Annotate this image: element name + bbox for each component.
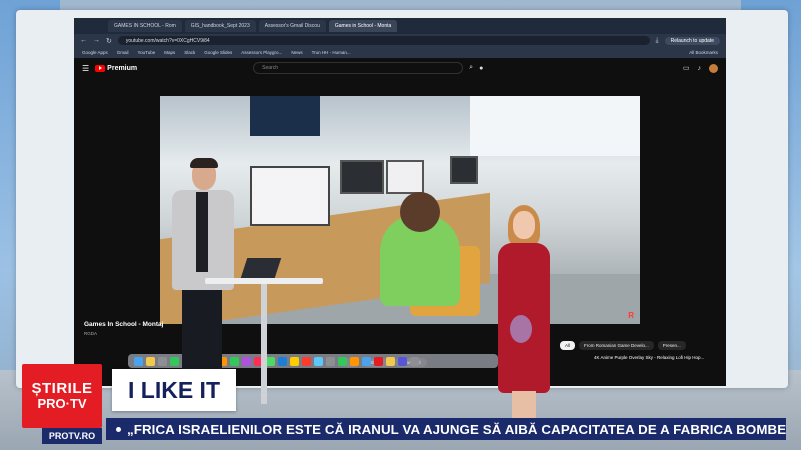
app-icon[interactable] [350,356,359,366]
classroom-monitor [386,160,424,194]
app-icon[interactable] [278,356,287,366]
avatar[interactable] [709,63,718,73]
bookmark[interactable]: Google Apps [82,50,108,55]
mic-icon[interactable]: ● [479,65,483,72]
podium-top [205,278,323,284]
classroom-window [470,96,640,156]
video-title: Games In School - Montaj [84,321,164,328]
presenter-woman [494,205,554,420]
app-icon[interactable] [386,356,395,366]
app-icon[interactable] [398,356,407,366]
bookmark[interactable]: Gmail [117,50,129,55]
chip-channel[interactable]: From Romanian Game Develo... [579,341,654,350]
presenter-man-legs [182,288,222,378]
ticker-text: „FRICA ISRAELIENILOR ESTE CĂ IRANUL VA A… [127,421,786,437]
youtube-header-actions: ▭ ♪ [683,63,718,73]
app-icon[interactable] [242,356,251,366]
bookmarks-bar: Google Apps Gmail YouTube Maps Slack Goo… [74,47,726,59]
bookmark[interactable]: Maps [164,50,175,55]
chip-presentation[interactable]: Presen... [657,341,686,350]
logo-line1: ȘTIRILE [31,380,93,397]
menu-icon[interactable]: ☰ [82,64,89,73]
relaunch-button[interactable]: Relaunch to update [664,36,720,45]
youtube-logo[interactable]: Premium [95,64,138,72]
channel-name[interactable]: RGDA [84,331,97,336]
youtube-play-icon [95,64,106,72]
logo-line2: PRO·TV [37,396,87,411]
bell-icon[interactable]: ♪ [698,65,702,72]
url-field[interactable]: youtube.com/watch?v=0XCgHCV9i84 [117,36,650,45]
forward-icon[interactable]: → [93,37,100,44]
student-head [400,192,440,232]
chip-all[interactable]: All [560,341,576,350]
bookmark[interactable]: YouTube [138,50,156,55]
browser-tab-active[interactable]: Games in School - Monta [328,20,398,32]
bookmark[interactable]: News [291,50,302,55]
podium-pole [261,284,267,404]
app-icon[interactable] [290,356,299,366]
app-icon[interactable] [158,356,167,366]
presenter-woman-dress-pattern [510,315,532,343]
app-icon[interactable] [374,356,383,366]
youtube-brand: Premium [107,64,138,72]
app-icon[interactable] [326,356,335,366]
search-icon[interactable]: ⌕ [469,64,473,72]
logo-url: PROTV.RO [42,428,102,444]
browser-tab[interactable]: Assessor's Gmail Discou [258,20,326,32]
protv-logo: ȘTIRILE PRO·TV [22,364,102,428]
ticker-bullet-icon [116,426,121,432]
presenter-woman-legs [512,391,536,419]
bookmark[interactable]: Google Slides [204,50,232,55]
presenter-man-shirt [196,192,208,272]
classroom-monitor [340,160,384,194]
finder-icon[interactable] [134,356,143,366]
bookmark[interactable]: Slack [184,50,195,55]
bookmark[interactable]: Assessors Playgro... [241,50,282,55]
app-icon[interactable] [266,356,275,366]
related-video-item[interactable]: 4K Anime Purple Overlay Sky - Relaxing L… [594,355,704,360]
tab-bar: GAMES IN SCHOOL - Rom GIS_handbook_Sept … [74,18,726,34]
back-icon[interactable]: ← [80,37,87,44]
app-icon[interactable] [302,356,311,366]
app-icon[interactable] [338,356,347,366]
bookmark[interactable]: Trun HH - Human... [312,50,351,55]
laptop [240,258,282,278]
presenter-woman-face [513,211,535,239]
all-bookmarks-link[interactable]: All Bookmarks [689,50,718,55]
download-icon[interactable]: ⤓ [656,37,659,45]
classroom-monitor [250,166,330,226]
classroom-wall-screen [250,96,320,136]
browser-tab[interactable]: GIS_handbook_Sept 2023 [184,20,256,32]
news-ticker: „FRICA ISRAELIENILOR ESTE CĂ IRANUL VA A… [106,418,786,440]
app-icon[interactable] [410,356,419,366]
app-icon[interactable] [314,356,323,366]
app-icon[interactable] [146,356,155,366]
video-watermark-icon: R [628,311,634,320]
reload-icon[interactable]: ↻ [106,37,112,45]
search-input[interactable]: Search [253,62,464,74]
classroom-monitor [450,156,478,184]
presenter-man-hair [190,158,218,168]
presenter-man [170,158,240,380]
cast-icon[interactable]: ▭ [683,64,690,72]
address-bar: ← → ↻ youtube.com/watch?v=0XCgHCV9i84 ⤓ … [74,34,726,47]
related-chips: All From Romanian Game Develo... Presen.… [560,341,686,350]
browser-tab[interactable]: GAMES IN SCHOOL - Rom [108,20,182,32]
show-title: I LIKE IT [112,369,236,411]
app-icon[interactable] [362,356,371,366]
youtube-header: ☰ Premium Search ⌕ ● ▭ ♪ [74,59,726,77]
